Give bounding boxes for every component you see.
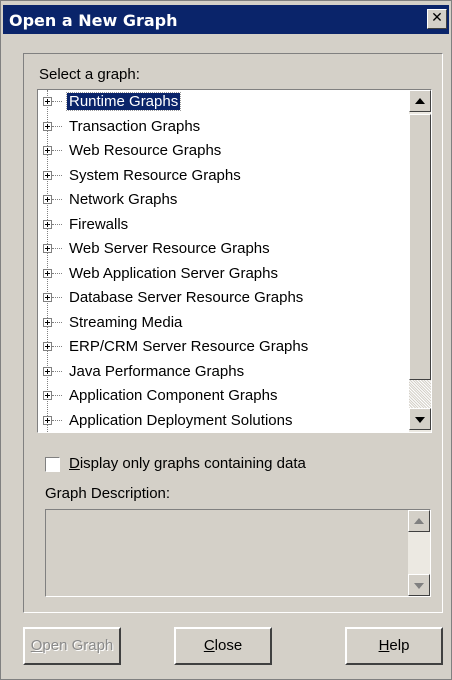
- display-only-data-checkbox[interactable]: [45, 457, 60, 472]
- expand-plus-icon[interactable]: [43, 219, 52, 229]
- expand-plus-icon[interactable]: [43, 195, 52, 204]
- open-graph-button[interactable]: Open Graph: [23, 627, 121, 665]
- expand-plus-icon[interactable]: [43, 342, 52, 351]
- title-bar[interactable]: Open a New Graph ✕: [3, 5, 449, 34]
- open-graph-label: pen Graph: [42, 637, 114, 654]
- tree-connector: [52, 125, 62, 127]
- expand-plus-icon[interactable]: [43, 268, 52, 278]
- desc-scroll-up-button[interactable]: [408, 510, 430, 532]
- arrow-up-icon: [415, 98, 425, 104]
- graph-tree-items: Runtime Graphs Transaction Graphs Web Reso…: [38, 90, 408, 432]
- close-icon[interactable]: ✕: [427, 9, 447, 29]
- tree-item-label: Web Resource Graphs: [69, 142, 222, 159]
- tree-item[interactable]: Network Graphs: [38, 189, 408, 214]
- tree-item-label: ERP/CRM Server Resource Graphs: [69, 338, 309, 355]
- tree-connector: [52, 395, 62, 396]
- expand-plus-icon[interactable]: [43, 391, 52, 400]
- accel-o: O: [30, 637, 43, 654]
- expand-plus-icon[interactable]: [43, 293, 52, 302]
- tree-item[interactable]: System Resource Graphs: [38, 165, 408, 190]
- scroll-down-button[interactable]: [409, 408, 431, 430]
- tree-item[interactable]: Web Resource Graphs: [38, 140, 408, 165]
- accel-c: C: [203, 637, 215, 654]
- desc-scroll-down-button[interactable]: [408, 574, 430, 596]
- tree-item[interactable]: Application Component Graphs: [38, 385, 408, 410]
- checkbox-label-text: isplay only graphs containing data: [79, 455, 306, 472]
- scroll-thumb[interactable]: [409, 114, 431, 380]
- tree-item[interactable]: Firewalls: [38, 214, 408, 239]
- tree-item[interactable]: Web Application Server Graphs: [38, 263, 408, 288]
- tree-item-label: Runtime Graphs: [65, 92, 182, 111]
- expand-plus-icon[interactable]: [43, 146, 52, 155]
- accel-d: D: [69, 455, 80, 472]
- tree-item[interactable]: Streaming Media: [38, 312, 408, 337]
- close-label: lose: [214, 637, 243, 654]
- open-graph-dialog: Open a New Graph ✕ Select a graph: Runti…: [0, 0, 452, 680]
- tree-item-label: Web Server Resource Graphs: [69, 240, 270, 257]
- tree-connector: [52, 223, 62, 225]
- tree-item-label: Web Application Server Graphs: [69, 264, 278, 282]
- tree-item[interactable]: Transaction Graphs: [38, 116, 408, 141]
- graph-description-label: Graph Description:: [45, 485, 171, 502]
- tree-connector: [52, 370, 62, 372]
- arrow-down-icon: [414, 583, 424, 589]
- tree-item[interactable]: ERP/CRM Server Resource Graphs: [38, 336, 408, 361]
- expand-plus-icon[interactable]: [43, 170, 52, 180]
- tree-item-label: Application Deployment Solutions: [69, 411, 293, 429]
- help-button[interactable]: Help: [345, 627, 443, 665]
- tree-connector: [52, 248, 62, 249]
- tree-item-label: Streaming Media: [69, 313, 183, 331]
- help-label: elp: [389, 637, 410, 654]
- expand-plus-icon[interactable]: [43, 366, 52, 376]
- graph-description-box: [45, 509, 431, 597]
- select-graph-label: Select a graph:: [39, 66, 140, 83]
- expand-plus-icon[interactable]: [43, 97, 52, 106]
- tree-item-label: Network Graphs: [69, 191, 178, 208]
- tree-connector: [52, 174, 62, 176]
- arrow-up-icon: [414, 518, 424, 524]
- graph-tree[interactable]: Runtime Graphs Transaction Graphs Web Reso…: [37, 89, 432, 433]
- tree-item[interactable]: Application Deployment Solutions: [38, 410, 408, 433]
- tree-connector: [52, 272, 62, 274]
- scroll-track[interactable]: [409, 380, 431, 408]
- tree-connector: [52, 346, 62, 347]
- tree-item-label: Java Performance Graphs: [69, 362, 245, 380]
- tree-item-label: System Resource Graphs: [69, 166, 241, 184]
- close-button[interactable]: Close: [174, 627, 272, 665]
- tree-connector: [52, 150, 62, 151]
- tree-item-label: Database Server Resource Graphs: [69, 289, 304, 306]
- arrow-down-icon: [415, 417, 425, 423]
- description-scrollbar[interactable]: [408, 510, 430, 596]
- desc-scroll-thumb: [408, 532, 430, 572]
- expand-plus-icon[interactable]: [43, 415, 52, 425]
- expand-plus-icon[interactable]: [43, 121, 52, 131]
- expand-plus-icon[interactable]: [43, 317, 52, 327]
- tree-item-label: Transaction Graphs: [69, 117, 201, 135]
- tree-item[interactable]: Web Server Resource Graphs: [38, 238, 408, 263]
- tree-item-label: Firewalls: [69, 215, 129, 233]
- accel-h: H: [378, 637, 390, 654]
- display-only-data-label[interactable]: Display only graphs containing data: [69, 455, 306, 472]
- tree-connector: [52, 199, 62, 200]
- tree-connector: [52, 101, 62, 102]
- dialog-title: Open a New Graph: [9, 11, 178, 30]
- tree-connector: [52, 297, 62, 298]
- tree-connector: [52, 321, 62, 323]
- tree-item[interactable]: Runtime Graphs: [38, 91, 408, 116]
- tree-connector: [52, 419, 62, 421]
- tree-scrollbar[interactable]: [409, 90, 431, 432]
- scroll-up-button[interactable]: [409, 90, 431, 112]
- tree-item[interactable]: Database Server Resource Graphs: [38, 287, 408, 312]
- expand-plus-icon[interactable]: [43, 244, 52, 253]
- tree-item[interactable]: Java Performance Graphs: [38, 361, 408, 386]
- tree-item-label: Application Component Graphs: [69, 387, 278, 404]
